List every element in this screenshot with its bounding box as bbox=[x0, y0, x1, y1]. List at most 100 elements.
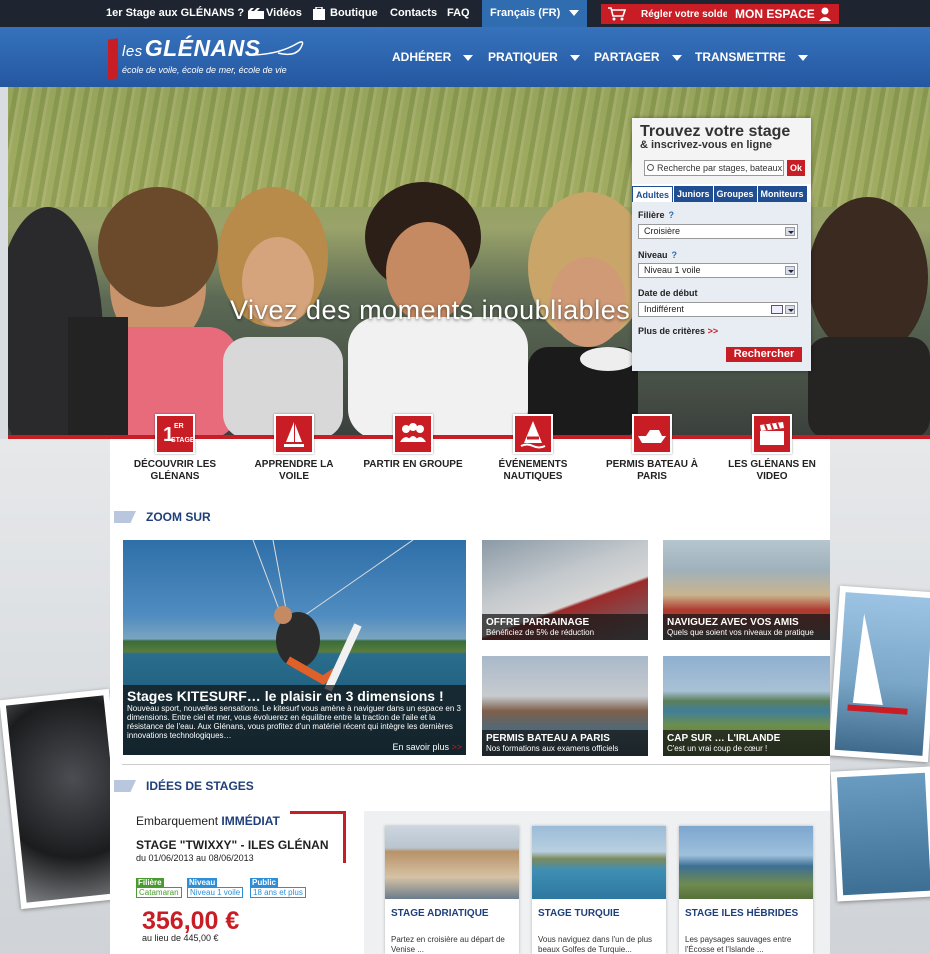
tile-title: CAP SUR … L'IRLANDE bbox=[667, 733, 781, 744]
featured-text: Nouveau sport, nouvelles sensations. Le … bbox=[127, 704, 461, 740]
filiere-select[interactable]: Croisière bbox=[638, 224, 798, 239]
clapperboard-icon[interactable] bbox=[752, 414, 792, 454]
badge-head: Niveau bbox=[187, 878, 218, 887]
group-icon[interactable] bbox=[393, 414, 433, 454]
videos-link[interactable]: Vidéos bbox=[248, 0, 302, 27]
sailboat-icon[interactable] bbox=[274, 414, 314, 454]
logo-red-flag bbox=[108, 38, 118, 80]
audience-tabs: Adultes Juniors Groupes Moniteurs bbox=[632, 186, 811, 202]
date-label: Date de début bbox=[638, 288, 698, 298]
zoom-tile-irlande[interactable]: CAP SUR … L'IRLANDE C'est un vrai coup de… bbox=[663, 656, 830, 756]
embark-heading: Embarquement IMMÉDIAT bbox=[136, 814, 280, 828]
stage-search-input[interactable]: Recherche par stages, bateaux... bbox=[644, 160, 784, 176]
my-account-label: MON ESPACE bbox=[735, 7, 815, 21]
tile-subtitle: Bénéficiez de 5% de réduction bbox=[486, 628, 595, 637]
first-stage-link[interactable]: 1er Stage aux GLÉNANS ? bbox=[106, 0, 244, 27]
card-text: Les paysages sauvages entre l'Écosse et … bbox=[685, 935, 792, 954]
quick-link-label[interactable]: LES GLÉNANS EN VIDEO bbox=[722, 459, 822, 483]
featured-stage-title[interactable]: STAGE "TWIXXY" - ILES GLÉNAN bbox=[136, 838, 329, 852]
contacts-link[interactable]: Contacts bbox=[390, 0, 437, 27]
niveau-select[interactable]: Niveau 1 voile bbox=[638, 263, 798, 278]
right-backdrop bbox=[828, 439, 930, 954]
badge-niveau: Niveau Niveau 1 voile bbox=[187, 878, 244, 898]
nav-pratiquer[interactable]: PRATIQUER bbox=[488, 50, 580, 64]
read-more-link[interactable]: En savoir plus >> bbox=[127, 742, 462, 752]
nav-partager[interactable]: PARTAGER bbox=[594, 50, 682, 64]
my-account-button[interactable]: MON ESPACE bbox=[727, 4, 839, 24]
featured-stage-dates: du 01/06/2013 au 08/06/2013 bbox=[136, 853, 254, 863]
help-icon[interactable]: ? bbox=[669, 210, 675, 220]
pay-balance-label: Régler votre solde bbox=[641, 8, 729, 20]
zoom-tile-permis[interactable]: PERMIS BATEAU A PARIS Nos formations aux … bbox=[482, 656, 648, 756]
card-text: Partez en croisière au départ de Venise … bbox=[391, 935, 505, 954]
card-title: STAGE ADRIATIQUE bbox=[391, 908, 489, 919]
sail-icon bbox=[847, 613, 908, 715]
boutique-link[interactable]: Boutique bbox=[313, 0, 378, 27]
tile-title: OFFRE PARRAINAGE bbox=[486, 617, 590, 628]
language-selector[interactable]: Français (FR) bbox=[482, 0, 588, 27]
badge-value: 18 ans et plus bbox=[250, 887, 306, 898]
badge-head: Filière bbox=[136, 878, 164, 887]
featured-caption: Stages KITESURF… le plaisir en 3 dimensi… bbox=[123, 685, 466, 755]
tile-subtitle: C'est un vrai coup de cœur ! bbox=[667, 744, 768, 753]
tab-adultes[interactable]: Adultes bbox=[632, 186, 674, 202]
read-more-label: En savoir plus bbox=[392, 742, 449, 752]
featured-kitesurf-tile[interactable]: Stages KITESURF… le plaisir en 3 dimensi… bbox=[123, 540, 466, 755]
language-value: Français (FR) bbox=[490, 7, 561, 19]
tab-juniors[interactable]: Juniors bbox=[674, 186, 713, 202]
buoy-icon[interactable] bbox=[513, 414, 553, 454]
tab-moniteurs[interactable]: Moniteurs bbox=[757, 186, 807, 202]
embark-highlight: IMMÉDIAT bbox=[221, 814, 280, 828]
chevron-down-icon bbox=[569, 10, 580, 17]
tile-title: PERMIS BATEAU A PARIS bbox=[486, 733, 610, 744]
calendar-icon bbox=[771, 305, 783, 314]
quick-link-label[interactable]: PERMIS BATEAU À PARIS bbox=[602, 459, 702, 483]
tab-groupes[interactable]: Groupes bbox=[713, 186, 757, 202]
stage-card-adriatique[interactable]: STAGE ADRIATIQUE Partez en croisière au … bbox=[385, 826, 519, 954]
nav-adherer[interactable]: ADHÉRER bbox=[392, 50, 474, 64]
logo-prefix: les bbox=[122, 43, 143, 60]
right-photo-catamaran bbox=[828, 585, 930, 763]
logo-name: GLÉNANS bbox=[144, 35, 261, 61]
quick-link-label[interactable]: APPRENDRE LA VOILE bbox=[244, 459, 344, 483]
section-divider bbox=[122, 764, 830, 765]
card-title: STAGE ILES HÉBRIDES bbox=[685, 908, 799, 919]
date-value: Indifférent bbox=[644, 304, 684, 314]
more-criteria-label: Plus de critères bbox=[638, 326, 706, 336]
badge-head: Public bbox=[250, 878, 279, 887]
video-icon bbox=[248, 7, 264, 19]
stage-card-hebrides[interactable]: STAGE ILES HÉBRIDES Les paysages sauvage… bbox=[679, 826, 813, 954]
quick-link-label[interactable]: ÉVÉNEMENTS NAUTIQUES bbox=[483, 459, 583, 483]
left-backdrop bbox=[0, 439, 131, 954]
chevron-down-icon bbox=[671, 54, 682, 61]
nav-transmettre[interactable]: TRANSMETTRE bbox=[695, 50, 808, 64]
search-placeholder: Recherche par stages, bateaux... bbox=[657, 163, 784, 173]
stage-old-price: au lieu de 445,00 € bbox=[142, 933, 219, 943]
nav-label: PRATIQUER bbox=[488, 50, 558, 64]
quick-link-label[interactable]: DÉCOUVRIR LES GLÉNANS bbox=[125, 459, 225, 483]
search-submit-button[interactable]: Rechercher bbox=[726, 347, 802, 362]
search-form: Filière? Croisière Niveau? Niveau 1 voil… bbox=[632, 202, 811, 371]
zoom-tile-parrainage[interactable]: OFFRE PARRAINAGE Bénéficiez de 5% de rédu… bbox=[482, 540, 648, 640]
start-date-select[interactable]: Indifférent bbox=[638, 302, 798, 317]
double-arrow-icon: >> bbox=[707, 326, 719, 336]
first-stage-icon[interactable]: 1 ER STAGE bbox=[155, 414, 195, 454]
quick-link-label[interactable]: PARTIR EN GROUPE bbox=[363, 459, 463, 471]
zoom-section-title: ZOOM SUR bbox=[146, 510, 211, 524]
top-utility-bar: 1er Stage aux GLÉNANS ? Vidéos Boutique … bbox=[0, 0, 930, 27]
pay-balance-button[interactable]: Régler votre solde bbox=[601, 4, 735, 24]
zoom-tile-amis[interactable]: NAVIGUEZ AVEC VOS AMIS Quels que soient v… bbox=[663, 540, 830, 640]
icon-text-sup: ER bbox=[174, 423, 184, 430]
search-ok-button[interactable]: Ok bbox=[787, 160, 805, 176]
boutique-label: Boutique bbox=[330, 7, 378, 19]
help-icon[interactable]: ? bbox=[672, 250, 678, 260]
hero-headline: Vivez des moments inoubliables bbox=[230, 295, 631, 325]
faq-link[interactable]: FAQ bbox=[447, 0, 470, 27]
stage-card-turquie[interactable]: STAGE TURQUIE Vous naviguez dans l'un de… bbox=[532, 826, 666, 954]
more-criteria-link[interactable]: Plus de critères >> bbox=[638, 326, 718, 336]
search-widget-header: Trouvez votre stage & inscrivez-vous en … bbox=[632, 118, 811, 184]
motorboat-icon[interactable] bbox=[632, 414, 672, 454]
glenans-logo[interactable]: lesGLÉNANS école de voile, école de mer,… bbox=[108, 33, 308, 81]
filiere-value: Croisière bbox=[644, 226, 681, 236]
main-header: lesGLÉNANS école de voile, école de mer,… bbox=[0, 27, 930, 87]
